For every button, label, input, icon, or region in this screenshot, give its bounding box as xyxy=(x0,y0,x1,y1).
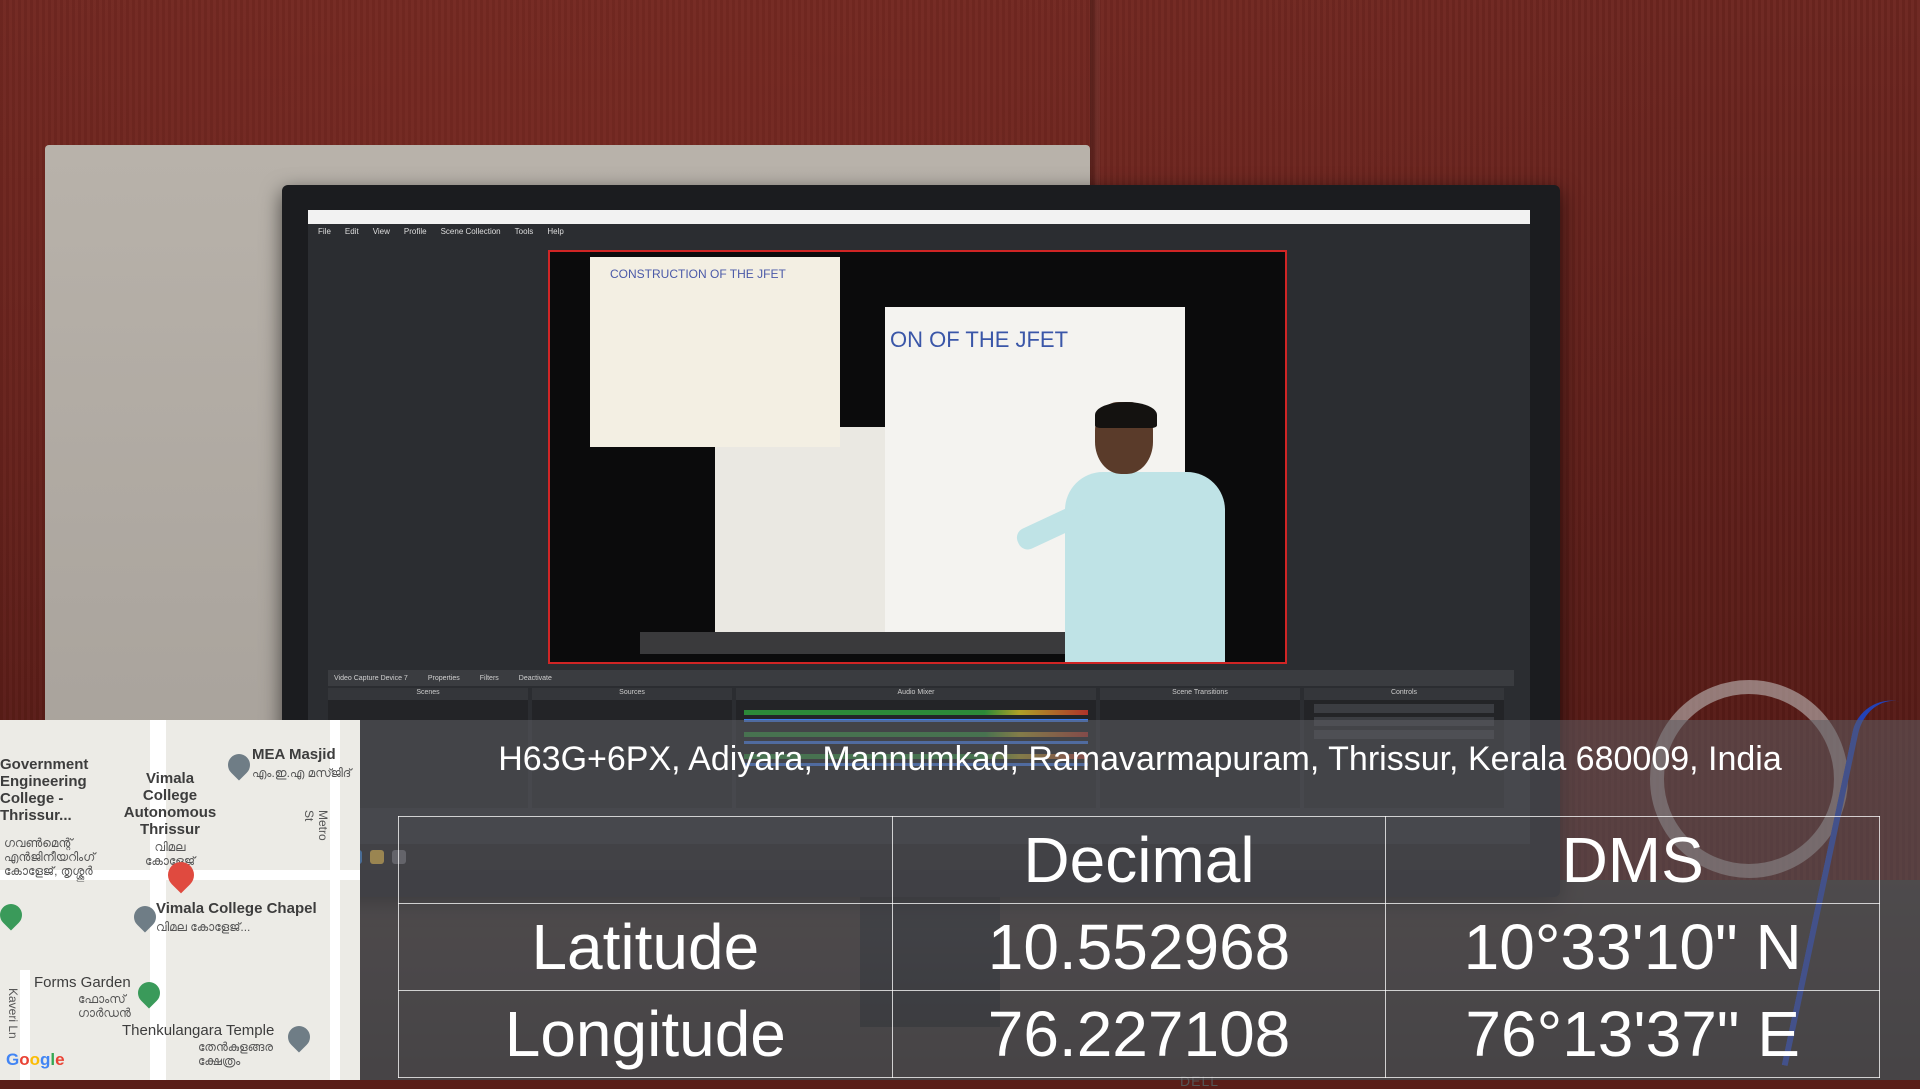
video-preview[interactable]: CONSTRUCTION OF THE JFET ON OF THE JFET xyxy=(548,250,1287,664)
table-header-row: Decimal DMS xyxy=(398,816,1880,904)
table-row: Longitude 76.227108 76°13'37" E xyxy=(398,990,1880,1078)
menu-scene-collection[interactable]: Scene Collection xyxy=(441,224,501,240)
mosque-pin-icon[interactable] xyxy=(223,749,255,781)
address-text: H63G+6PX, Adiyara, Mannumkad, Ramavarmap… xyxy=(498,740,1782,778)
map-road-label-kaveri-ln: Kaveri Ln xyxy=(6,988,20,1039)
park-pin-icon[interactable] xyxy=(0,899,27,931)
map-label-engineering-college-local: ഗവൺമെന്റ് എൻജിനീയറിംഗ് കോളേജ്, തൃശ്ശൂർ xyxy=(4,836,96,878)
menu-bar: File Edit View Profile Scene Collection … xyxy=(308,224,1530,240)
latitude-dms: 10°33'10" N xyxy=(1385,903,1880,991)
table-header-empty xyxy=(398,816,893,904)
google-logo: Google xyxy=(6,1050,65,1069)
map-label-vimala-college: Vimala College Autonomous Thrissur xyxy=(123,770,217,838)
table-header-decimal: Decimal xyxy=(891,816,1387,904)
selected-source-label: Video Capture Device 7 xyxy=(334,674,408,682)
latitude-label: Latitude xyxy=(398,903,893,991)
audio-mixer-dock-title: Audio Mixer xyxy=(897,689,935,696)
properties-button[interactable]: Properties xyxy=(428,675,460,682)
latitude-decimal: 10.552968 xyxy=(891,903,1387,991)
audio-meter xyxy=(744,710,1088,715)
scenes-dock-title: Scenes xyxy=(416,689,440,696)
deactivate-button[interactable]: Deactivate xyxy=(519,675,552,682)
slide-title-small: CONSTRUCTION OF THE JFET xyxy=(610,267,786,281)
map-label-forms-garden-local: ഫോംസ് ഗാർഡൻ xyxy=(78,992,131,1020)
table-header-dms: DMS xyxy=(1385,816,1880,904)
sources-dock-title: Sources xyxy=(619,689,645,696)
window-titlebar xyxy=(308,210,1530,224)
slide-thumbnail: CONSTRUCTION OF THE JFET xyxy=(590,257,840,447)
gps-info-panel: H63G+6PX, Adiyara, Mannumkad, Ramavarmap… xyxy=(360,720,1920,1080)
map-label-thenkulangara-temple: Thenkulangara Temple xyxy=(122,1022,275,1039)
table-row: Latitude 10.552968 10°33'10" N xyxy=(398,903,1880,991)
longitude-decimal: 76.227108 xyxy=(891,990,1387,1078)
coordinates-table: Decimal DMS Latitude 10.552968 10°33'10"… xyxy=(398,816,1880,1078)
menu-view[interactable]: View xyxy=(373,224,390,240)
map-label-engineering-college: Government Engineering College - Thrissu… xyxy=(0,756,89,824)
controls-dock-title: Controls xyxy=(1390,689,1418,696)
menu-file[interactable]: File xyxy=(318,224,331,240)
presenter xyxy=(1013,402,1225,662)
map-road-label-metro-st: Metro St xyxy=(302,810,330,841)
map-label-mea-masjid-local: എം.ഇ.എ മസ്ജിദ് xyxy=(252,766,352,780)
map-label-vimala-chapel-local: വിമല കോളേജ്... xyxy=(156,920,251,934)
menu-profile[interactable]: Profile xyxy=(404,224,427,240)
map-label-vimala-chapel: Vimala College Chapel xyxy=(156,900,317,917)
scene-transitions-dock-title: Scene Transitions xyxy=(1172,689,1228,696)
slide-title-large: ON OF THE JFET xyxy=(890,327,1069,352)
map-inset[interactable]: Government Engineering College - Thrissu… xyxy=(0,720,360,1080)
map-label-forms-garden: Forms Garden xyxy=(34,974,131,991)
presenter-shirt xyxy=(1065,472,1225,662)
longitude-dms: 76°13'37" E xyxy=(1385,990,1880,1078)
menu-help[interactable]: Help xyxy=(547,224,563,240)
longitude-label: Longitude xyxy=(398,990,893,1078)
map-label-mea-masjid: MEA Masjid xyxy=(252,746,336,763)
filters-button[interactable]: Filters xyxy=(480,675,499,682)
map-label-thenkulangara-temple-local: തേൻകുളങ്ങര ക്ഷേത്രം xyxy=(198,1040,273,1068)
menu-edit[interactable]: Edit xyxy=(345,224,359,240)
start-streaming-button[interactable] xyxy=(1314,704,1494,713)
map-label-vimala-college-local: വിമല കോളേജ് xyxy=(144,840,196,868)
menu-tools[interactable]: Tools xyxy=(515,224,534,240)
presenter-hair xyxy=(1095,402,1157,428)
source-properties-bar: Video Capture Device 7 Properties Filter… xyxy=(328,670,1514,686)
